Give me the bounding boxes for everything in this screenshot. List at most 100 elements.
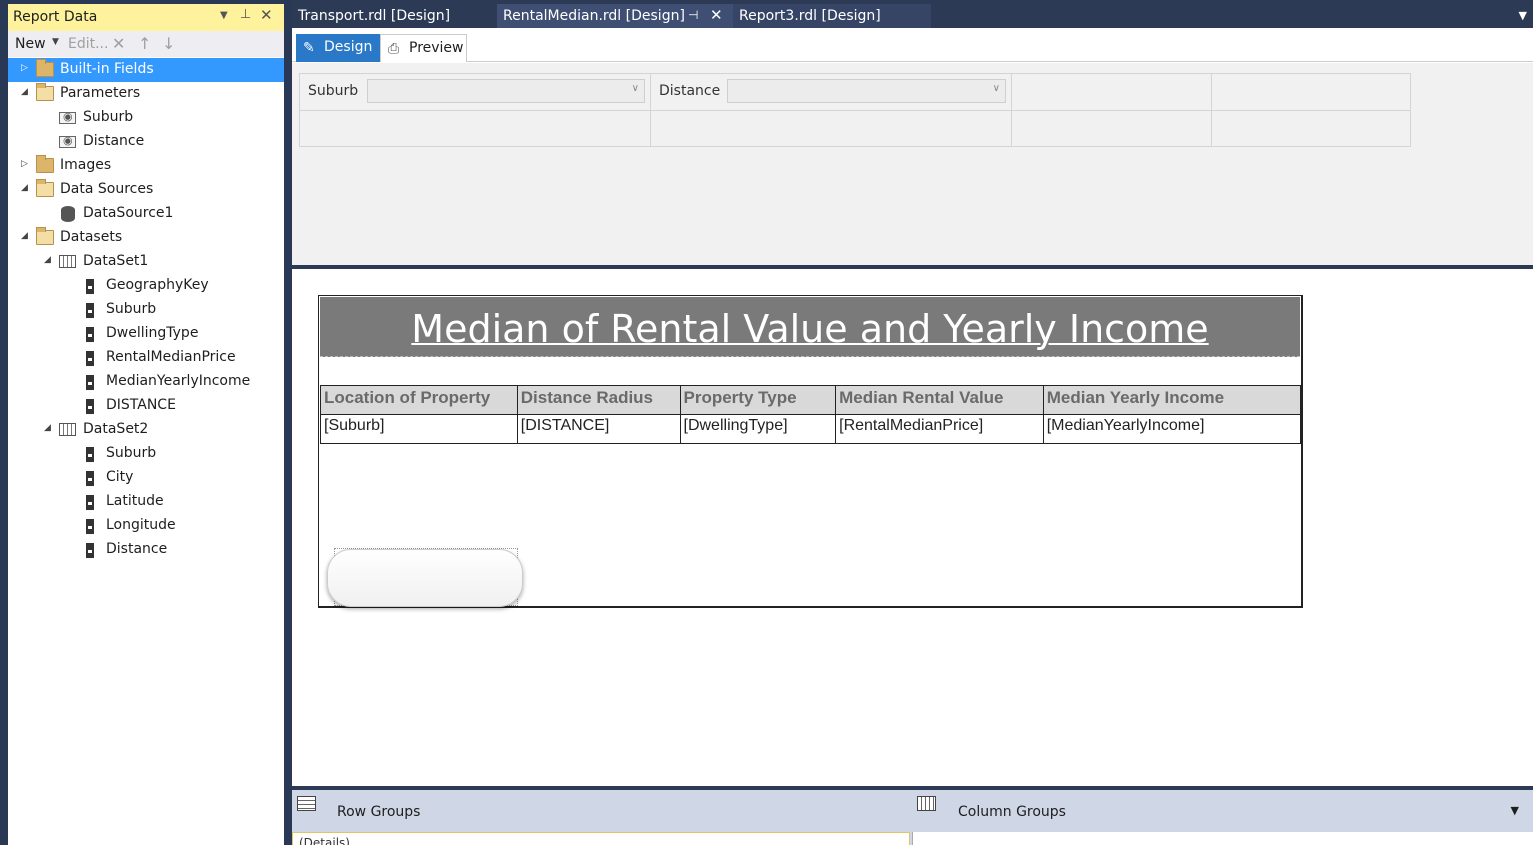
- column-header[interactable]: Distance Radius: [516, 385, 681, 415]
- collapse-icon[interactable]: ◢: [44, 423, 51, 433]
- tab-list-dropdown-icon[interactable]: ▼: [1519, 9, 1527, 22]
- tree-item-label: Longitude: [106, 517, 176, 533]
- row-groups-label: Row Groups: [337, 804, 421, 820]
- table-cell[interactable]: [Suburb]: [320, 414, 518, 444]
- report-tablix[interactable]: Location of Property Distance Radius Pro…: [320, 385, 1302, 444]
- table-row: [Suburb] [DISTANCE] [DwellingType] [Rent…: [320, 414, 1302, 444]
- tree-item-dataset2[interactable]: ◢ DataSet2: [8, 418, 284, 442]
- chevron-down-icon: ∨: [631, 83, 639, 94]
- tree-item-datasource1[interactable]: DataSource1: [8, 202, 284, 226]
- tree-item-field[interactable]: City: [8, 466, 284, 490]
- tab-label: Preview: [409, 40, 464, 56]
- map-report-item[interactable]: [327, 548, 523, 607]
- pin-icon[interactable]: ⊥: [240, 7, 251, 22]
- tab-preview[interactable]: ⎙ Preview: [380, 34, 467, 62]
- row-groups-icon: [297, 796, 316, 811]
- tree-item-field[interactable]: Distance: [8, 538, 284, 562]
- table-cell[interactable]: [DISTANCE]: [516, 414, 681, 444]
- close-icon[interactable]: ✕: [260, 6, 273, 24]
- row-group-details[interactable]: (Details): [292, 832, 910, 845]
- column-header[interactable]: Median Yearly Income: [1042, 385, 1302, 415]
- edit-button[interactable]: Edit...: [68, 36, 108, 52]
- move-down-icon[interactable]: ↓: [162, 34, 175, 53]
- field-icon: [86, 399, 94, 414]
- database-icon: [61, 206, 75, 222]
- table-cell[interactable]: [DwellingType]: [679, 414, 837, 444]
- expand-icon[interactable]: ▷: [21, 159, 28, 169]
- tree-item-label: Built-in Fields: [60, 61, 154, 77]
- tree-item-param-suburb[interactable]: Suburb: [8, 106, 284, 130]
- details-group-label: (Details): [299, 836, 350, 845]
- column-header[interactable]: Median Rental Value: [835, 385, 1044, 415]
- pin-tab-icon[interactable]: ⊣: [688, 8, 698, 22]
- tree-item-data-sources[interactable]: ◢ Data Sources: [8, 178, 284, 202]
- window-position-icon[interactable]: ▼: [220, 10, 228, 21]
- collapse-icon[interactable]: ◢: [21, 87, 28, 97]
- tree-item-field[interactable]: DISTANCE: [8, 394, 284, 418]
- tree-item-field[interactable]: MedianYearlyIncome: [8, 370, 284, 394]
- dataset-icon: [59, 255, 76, 268]
- tree-item-field[interactable]: Suburb: [8, 442, 284, 466]
- collapse-icon[interactable]: ◢: [21, 231, 28, 241]
- tree-item-field[interactable]: Longitude: [8, 514, 284, 538]
- field-icon: [86, 375, 94, 390]
- param-cell-suburb: Suburb ∨: [300, 74, 651, 111]
- tree-item-dataset1[interactable]: ◢ DataSet1: [8, 250, 284, 274]
- tree-item-label: Datasets: [60, 229, 123, 245]
- tree-item-label: RentalMedianPrice: [106, 349, 236, 365]
- new-button[interactable]: New: [15, 36, 46, 52]
- field-icon: [86, 471, 94, 486]
- tree-item-label: DISTANCE: [106, 397, 176, 413]
- design-icon: ✎: [303, 40, 315, 56]
- tree-item-label: Suburb: [83, 109, 134, 125]
- tree-item-label: Images: [60, 157, 112, 173]
- tree-item-parameters[interactable]: ◢ Parameters: [8, 82, 284, 106]
- tab-design[interactable]: ✎ Design: [296, 34, 380, 62]
- tree-item-field[interactable]: RentalMedianPrice: [8, 346, 284, 370]
- parameters-grid: Suburb ∨ Distance ∨: [299, 73, 1411, 147]
- tab-transport[interactable]: Transport.rdl [Design]: [292, 4, 456, 28]
- grouping-options-icon[interactable]: ▼: [1511, 804, 1519, 817]
- report-title-textbox[interactable]: Median of Rental Value and Yearly Income: [320, 297, 1300, 357]
- param-cell-empty: [1212, 74, 1410, 111]
- tree-item-field[interactable]: GeographyKey: [8, 274, 284, 298]
- tree-item-built-in-fields[interactable]: ▷ Built-in Fields: [8, 58, 284, 82]
- document-tab-strip: Transport.rdl [Design] RentalMedian.rdl …: [292, 4, 1533, 28]
- collapse-icon[interactable]: ◢: [21, 183, 28, 193]
- report-body[interactable]: Median of Rental Value and Yearly Income…: [318, 295, 1303, 608]
- tree-item-label: Latitude: [106, 493, 164, 509]
- field-icon: [86, 495, 94, 510]
- table-cell[interactable]: [RentalMedianPrice]: [835, 414, 1044, 444]
- field-icon: [86, 279, 94, 294]
- tree-item-images[interactable]: ▷ Images: [8, 154, 284, 178]
- tree-item-param-distance[interactable]: Distance: [8, 130, 284, 154]
- field-icon: [86, 303, 94, 318]
- column-header[interactable]: Property Type: [679, 385, 837, 415]
- tab-report3[interactable]: Report3.rdl [Design]: [733, 4, 931, 28]
- field-icon: [86, 519, 94, 534]
- column-group-area: [912, 832, 1533, 845]
- collapse-icon[interactable]: ◢: [44, 255, 51, 265]
- expand-icon[interactable]: ▷: [21, 63, 28, 73]
- move-up-icon[interactable]: ↑: [138, 34, 151, 53]
- delete-icon[interactable]: ✕: [112, 34, 125, 53]
- tree-item-field[interactable]: Latitude: [8, 490, 284, 514]
- table-cell[interactable]: [MedianYearlyIncome]: [1042, 414, 1302, 444]
- tree-item-datasets[interactable]: ◢ Datasets: [8, 226, 284, 250]
- tab-label: Design: [324, 39, 373, 55]
- suburb-parameter-dropdown[interactable]: ∨: [367, 79, 645, 103]
- tree-item-field[interactable]: Suburb: [8, 298, 284, 322]
- view-tab-strip: ✎ Design ⎙ Preview: [292, 32, 1533, 62]
- column-header[interactable]: Location of Property: [320, 385, 518, 415]
- tab-label: RentalMedian.rdl [Design]: [503, 8, 685, 24]
- tree-item-label: DwellingType: [106, 325, 199, 341]
- tree-item-label: Data Sources: [60, 181, 154, 197]
- folder-open-icon: [36, 227, 54, 245]
- table-header-row: Location of Property Distance Radius Pro…: [320, 385, 1302, 415]
- distance-parameter-dropdown[interactable]: ∨: [727, 79, 1006, 103]
- tree-item-field[interactable]: DwellingType: [8, 322, 284, 346]
- close-tab-icon[interactable]: ✕: [710, 6, 723, 24]
- preview-icon: ⎙: [388, 41, 400, 57]
- column-groups-icon: [917, 796, 936, 811]
- new-dropdown-icon[interactable]: ▼: [52, 37, 59, 47]
